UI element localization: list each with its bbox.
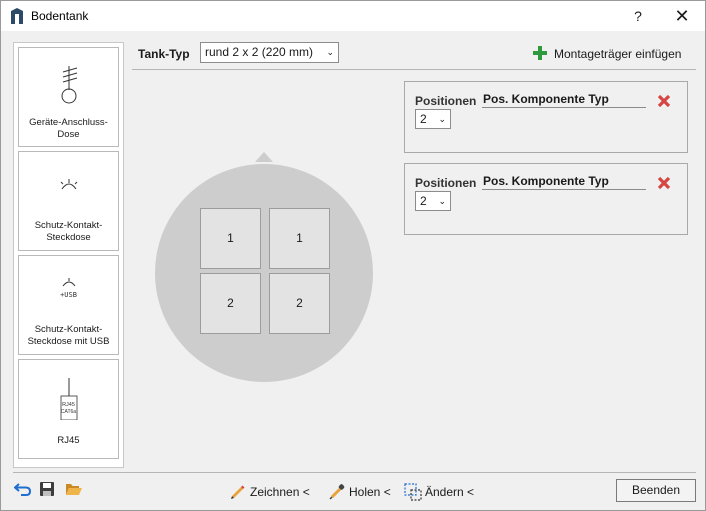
delete-icon[interactable] [657,94,671,108]
plus-icon [533,46,547,60]
positions-label: Positionen [415,176,477,190]
component-slot: Positionen 2 ⌄ Pos. Komponente Typ [404,81,688,153]
window-title: Bodentank [31,9,89,23]
tank-notch [255,152,273,162]
tank-cell[interactable]: 1 [269,208,330,269]
positions-value: 2 [420,194,427,208]
chevron-down-icon: ⌄ [438,196,446,206]
palette-item-label: RJ45 [57,435,80,446]
dialog-window: Bodentank ? ✕ Geräte-Anschluss-Dose Schu… [0,0,706,511]
palette-item-rj45[interactable]: RJ45 CAT6a RJ45 [18,359,119,459]
palette-item-device-socket[interactable]: Geräte-Anschluss-Dose [18,47,119,147]
palette-item-label: Geräte-Anschluss-Dose [29,117,108,140]
component-type-field[interactable]: Pos. Komponente Typ [482,92,646,108]
schuko-outlet-icon [60,179,78,190]
palette-item-schuko-outlet[interactable]: Schutz-Kontakt-Steckdose [18,151,119,251]
component-slot: Positionen 2 ⌄ Pos. Komponente Typ [404,163,688,235]
palette-item-schuko-usb-outlet[interactable]: +USB Schutz-Kontakt-Steckdose mit USB [18,255,119,355]
positions-label: Positionen [415,94,477,108]
edit-selection-icon [404,483,422,501]
open-folder-icon[interactable] [65,481,83,497]
component-palette: Geräte-Anschluss-Dose Schutz-Kontakt-Ste… [13,42,124,468]
tank-body [155,164,373,382]
change-label: Ändern < [425,485,475,499]
tank-type-value: rund 2 x 2 (220 mm) [205,45,314,59]
add-mounting-bracket-label: Montageträger einfügen [554,47,682,61]
title-bar: Bodentank ? ✕ [1,1,705,31]
eyedropper-icon [329,484,345,500]
bottom-divider [13,472,696,473]
help-button[interactable]: ? [623,5,653,27]
positions-select[interactable]: 2 ⌄ [415,109,451,129]
tank-cell[interactable]: 1 [200,208,261,269]
fetch-label: Holen < [349,485,391,499]
save-icon[interactable] [39,481,55,497]
toolbar-divider [132,69,696,70]
tank-cell[interactable]: 2 [269,273,330,334]
tank-preview [155,152,373,382]
palette-item-label: Schutz-Kontakt-Steckdose mit USB [27,324,110,347]
usb-icon-label: +USB [60,291,77,299]
component-type-field[interactable]: Pos. Komponente Typ [482,174,646,190]
rj45-icon-sublabel: CAT6a [60,409,77,415]
positions-select[interactable]: 2 ⌄ [415,191,451,211]
undo-icon[interactable] [14,481,32,497]
rj45-icon-label: RJ45 [62,402,75,408]
device-socket-icon [61,66,78,104]
tank-type-select[interactable]: rund 2 x 2 (220 mm) ⌄ [200,42,339,63]
chevron-down-icon: ⌄ [438,114,446,124]
end-button[interactable]: Beenden [616,479,696,502]
tank-type-label: Tank-Typ [138,47,190,61]
app-logo-icon [11,8,23,24]
positions-value: 2 [420,112,427,126]
tank-cell[interactable]: 2 [200,273,261,334]
palette-item-label: Schutz-Kontakt-Steckdose [34,220,103,243]
draw-label: Zeichnen < [250,485,310,499]
close-button[interactable]: ✕ [667,5,697,27]
delete-icon[interactable] [657,176,671,190]
chevron-down-icon: ⌄ [326,47,334,57]
pencil-icon [231,485,245,499]
